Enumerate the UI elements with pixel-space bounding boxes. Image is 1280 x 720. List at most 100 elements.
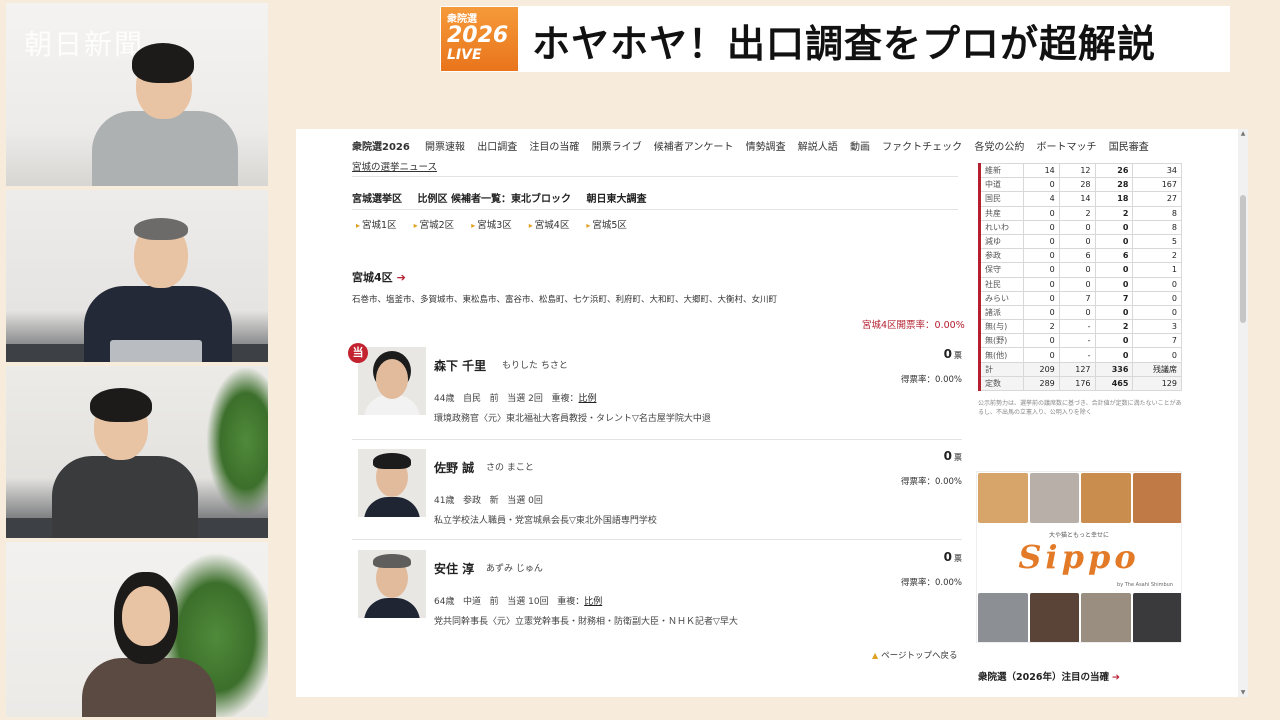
seat-count: 0 bbox=[1023, 177, 1060, 193]
nav-item-survey[interactable]: 候補者アンケート bbox=[654, 142, 734, 153]
seat-count: 0 bbox=[1023, 205, 1060, 221]
seat-count: 12 bbox=[1058, 162, 1096, 179]
party-name: 計 bbox=[978, 361, 1024, 377]
seat-count: 0 bbox=[1023, 347, 1060, 363]
seat-count: 0 bbox=[1132, 347, 1182, 363]
party-name: 保守 bbox=[978, 262, 1024, 278]
speaker-3-hair bbox=[90, 388, 152, 422]
divider bbox=[352, 209, 958, 210]
seat-row: みらい 0 7 7 0 bbox=[978, 290, 1182, 306]
seat-count: 2 bbox=[1094, 205, 1134, 221]
district-link-5[interactable]: 宮城5区 bbox=[586, 220, 627, 231]
seat-count: 0 bbox=[1023, 248, 1060, 264]
ad-photo-row-top bbox=[977, 472, 1181, 524]
seat-count: 7 bbox=[1094, 290, 1134, 306]
district-link-4[interactable]: 宮城4区 bbox=[529, 220, 570, 231]
seat-row: 無(与) 2-2 3 bbox=[978, 319, 1182, 335]
section-link-miyagi[interactable]: 宮城選挙区 bbox=[352, 194, 402, 205]
page-scrollbar[interactable]: ▲ ▼ bbox=[1238, 129, 1248, 697]
speaker-video-2 bbox=[6, 190, 268, 362]
nav-item-live[interactable]: 開票ライブ bbox=[592, 142, 642, 153]
district-heading-text: 宮城4区 bbox=[352, 271, 393, 284]
nav-item-exit-poll[interactable]: 出口調査 bbox=[477, 142, 517, 153]
nav-item-results[interactable]: 開票速報 bbox=[425, 142, 465, 153]
speaker-2-hair bbox=[134, 218, 188, 240]
seat-count: 336 bbox=[1094, 361, 1134, 377]
seat-count: 6 bbox=[1094, 248, 1134, 264]
seat-count: 2 bbox=[1058, 205, 1096, 221]
candidate-card-1: 当 森下 千里 もりした ちさと 44歳 自民 前 当選 2回 重複：比例 環境… bbox=[348, 343, 962, 439]
nav-item-pledges[interactable]: 各党の公約 bbox=[974, 142, 1024, 153]
party-name: 維新 bbox=[978, 162, 1024, 179]
seat-count: 3 bbox=[1132, 319, 1182, 335]
nav-item-commentary[interactable]: 解説人語 bbox=[798, 142, 838, 153]
nav-item-video[interactable]: 動画 bbox=[850, 142, 870, 153]
speaker-video-3 bbox=[6, 366, 268, 538]
seat-count: 0 bbox=[1023, 219, 1060, 235]
page-top-link[interactable]: ページトップへ戻る bbox=[872, 649, 957, 661]
candidate-dual-link[interactable]: 比例 bbox=[584, 597, 602, 607]
seat-table-body: 維新 14 12 26 34 中道 0 28 28 167 国民 4 14 18 27 共産 0 2 2 8 れいわ 0 0… bbox=[978, 162, 1182, 392]
seat-table: 維新 14 12 26 34 中道 0 28 28 167 国民 4 14 18 27 共産 0 2 2 8 れいわ 0 0… bbox=[978, 162, 1182, 392]
candidate-meta: 41歳 参政 新 当選 0回 bbox=[434, 493, 543, 506]
nav-item-factcheck[interactable]: ファクトチェック bbox=[882, 142, 962, 153]
candidate-elected-count: 当選 2回 bbox=[507, 394, 543, 404]
seat-row: 参政 0 6 6 2 bbox=[978, 248, 1182, 264]
candidate-party: 参政 bbox=[463, 496, 482, 506]
dog-photo bbox=[978, 473, 1028, 523]
elected-badge: 当 bbox=[348, 343, 368, 363]
speaker-4-body bbox=[82, 658, 216, 717]
seat-row: 維新 14 12 26 34 bbox=[978, 162, 1182, 179]
seat-count: 0 bbox=[1023, 333, 1060, 349]
scrollbar-thumb[interactable] bbox=[1240, 195, 1246, 323]
candidate-status: 前 bbox=[489, 394, 499, 404]
candidate-age: 64歳 bbox=[434, 597, 455, 607]
seat-count: 26 bbox=[1094, 162, 1134, 179]
seat-count: 0 bbox=[1094, 219, 1134, 235]
candidate-card-2: 佐野 誠 さの まこと 41歳 参政 新 当選 0回 私立学校法人職員・党宮城県… bbox=[352, 449, 962, 541]
sippo-ad[interactable]: 大や猫ともっと幸せに Sippo by The Asahi Shimbun bbox=[976, 471, 1182, 643]
seat-count: 0 bbox=[1023, 276, 1060, 292]
seat-count: 5 bbox=[1132, 233, 1182, 250]
seat-count: 8 bbox=[1132, 219, 1182, 235]
seat-count: 28 bbox=[1094, 177, 1134, 193]
seat-count: 1 bbox=[1132, 262, 1182, 278]
candidate-dual-link[interactable]: 比例 bbox=[578, 394, 596, 404]
program-title: ホヤホヤ！出口調査をプロが超解説 bbox=[532, 22, 1157, 66]
seat-total-row: 計 209 127 336 残議席 bbox=[978, 361, 1182, 377]
party-name: 国民 bbox=[978, 191, 1024, 207]
seat-row: 無(他) 0-0 0 bbox=[978, 347, 1182, 363]
nav-brand[interactable]: 衆院選2026 bbox=[352, 142, 410, 153]
seat-count: - bbox=[1058, 319, 1096, 335]
section-link-survey[interactable]: 朝日東大調査 bbox=[586, 194, 646, 205]
seat-row: 保守 0 0 0 1 bbox=[978, 262, 1182, 278]
nav-item-notable[interactable]: 注目の当確 bbox=[529, 142, 579, 153]
candidate-name: 安住 淳 bbox=[434, 562, 475, 576]
seat-count: 0 bbox=[1023, 304, 1060, 321]
speaker-video-1: 朝日新聞 bbox=[6, 3, 268, 186]
seat-row: れいわ 0 0 0 8 bbox=[978, 219, 1182, 235]
seat-count: 34 bbox=[1132, 162, 1182, 179]
nav-item-votematch[interactable]: ボートマッチ bbox=[1037, 142, 1097, 153]
scroll-up-icon[interactable]: ▲ bbox=[1238, 130, 1248, 137]
vote-count: 0 bbox=[943, 449, 952, 463]
seat-count: 6 bbox=[1058, 248, 1096, 264]
miyagi-news-link[interactable]: 宮城の選挙ニュース bbox=[352, 159, 437, 173]
district-link-2[interactable]: 宮城2区 bbox=[414, 220, 455, 231]
district-heading[interactable]: 宮城4区 ➔ bbox=[352, 269, 406, 285]
section-link-proportional[interactable]: 比例区 候補者一覧：東北ブロック bbox=[417, 194, 570, 205]
vote-unit: 票 bbox=[954, 554, 962, 563]
district-link-3[interactable]: 宮城3区 bbox=[471, 220, 512, 231]
scroll-down-icon[interactable]: ▼ bbox=[1238, 689, 1248, 696]
photo-hair bbox=[373, 554, 411, 568]
nav-item-review[interactable]: 国民審査 bbox=[1109, 142, 1149, 153]
photo-face bbox=[376, 359, 408, 399]
candidate-elected-count: 当選 10回 bbox=[507, 597, 549, 607]
candidate-vote-rate: 得票率：0.00% bbox=[900, 477, 962, 487]
badge-live: LIVE bbox=[447, 47, 482, 63]
nav-item-situation[interactable]: 情勢調査 bbox=[746, 142, 786, 153]
candidate-career: 環境政務官〈元〉東北福祉大客員教授・タレント▽名古屋学院大中退 bbox=[434, 414, 711, 424]
election-live-badge: 衆院選 2026 LIVE bbox=[441, 7, 518, 71]
district-link-1[interactable]: 宮城1区 bbox=[356, 220, 397, 231]
notable-winners-link[interactable]: 衆院選（2026年）注目の当確 ➔ bbox=[978, 669, 1120, 683]
